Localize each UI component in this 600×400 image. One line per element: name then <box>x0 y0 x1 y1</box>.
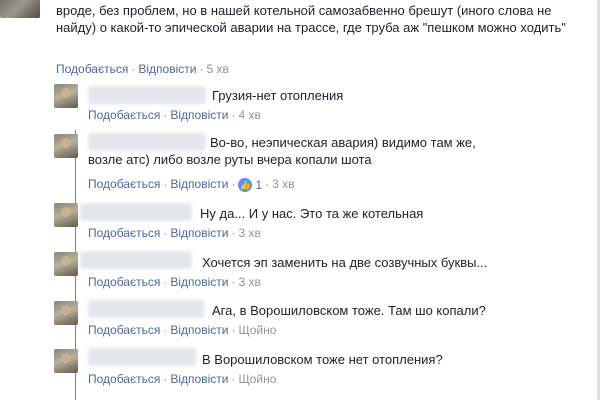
separator: · <box>231 323 236 337</box>
reply-avatar[interactable] <box>54 203 78 227</box>
separator: · <box>231 226 236 240</box>
blurred-author-name[interactable] <box>80 203 192 221</box>
reply-text: В Ворошиловском тоже нет отопления? <box>202 352 443 367</box>
timestamp[interactable]: Щойно <box>238 372 276 386</box>
blurred-author-name[interactable] <box>88 348 196 366</box>
reply-text: Грузия-нет отопления <box>212 88 344 103</box>
reply-avatar[interactable] <box>54 134 78 158</box>
blurred-author-name[interactable] <box>88 86 206 104</box>
separator: · <box>163 323 168 337</box>
timestamp[interactable]: Щойно <box>238 323 276 337</box>
separator: · <box>231 275 236 289</box>
reply-avatar[interactable] <box>54 349 78 373</box>
separator: · <box>163 275 168 289</box>
like-link[interactable]: Подобається <box>56 62 128 76</box>
like-link[interactable]: Подобається <box>88 323 160 337</box>
reply-avatar[interactable] <box>54 84 78 108</box>
commenter-avatar[interactable] <box>0 0 40 18</box>
reply-link[interactable]: Відповісти <box>138 62 196 76</box>
like-link[interactable]: Подобається <box>88 226 160 240</box>
reply-link[interactable]: Відповісти <box>170 177 228 191</box>
timestamp[interactable]: 5 хв <box>206 62 228 76</box>
separator: · <box>163 226 168 240</box>
reply-text: Ну да... И у нас. Это та же котельная <box>200 206 424 221</box>
like-icon: 👍 <box>238 177 253 192</box>
separator: · <box>265 177 270 191</box>
separator: · <box>131 62 136 76</box>
reply-link[interactable]: Відповісти <box>170 108 228 122</box>
reply-actions: Подобається · Відповісти · 3 хв <box>88 226 261 240</box>
separator: · <box>163 108 168 122</box>
comment-text: вроде, без проблем, но в нашей котельной… <box>56 3 566 35</box>
reply-text: Во-во, неэпическая авария) видимо там же… <box>88 135 476 167</box>
like-link[interactable]: Подобається <box>88 372 160 386</box>
blurred-author-name[interactable] <box>88 300 204 318</box>
blurred-author-name[interactable] <box>80 251 192 269</box>
separator: · <box>163 177 168 191</box>
reply-actions: Подобається · Відповісти · 3 хв <box>88 275 261 289</box>
reply-link[interactable]: Відповісти <box>170 275 228 289</box>
timestamp[interactable]: 3 хв <box>238 226 260 240</box>
reply-text: Хочется эп заменить на две созвучных бук… <box>202 255 488 270</box>
reply-actions: Подобається · Відповісти · Щойно <box>88 372 276 386</box>
separator: · <box>231 372 236 386</box>
separator: · <box>163 372 168 386</box>
reaction-count: 1 <box>255 177 263 192</box>
reply-link[interactable]: Відповісти <box>170 323 228 337</box>
reaction-summary[interactable]: 👍 1 <box>238 177 263 192</box>
reply-actions: Подобається · Відповісти · Щойно <box>88 323 276 337</box>
reply-actions: Подобається · Відповісти · 4 хв <box>88 108 261 122</box>
like-link[interactable]: Подобається <box>88 177 160 191</box>
timestamp[interactable]: 3 хв <box>238 275 260 289</box>
timestamp[interactable]: 3 хв <box>272 177 294 191</box>
like-link[interactable]: Подобається <box>88 275 160 289</box>
comment-actions: Подобається · Відповісти · 5 хв <box>56 62 229 76</box>
separator: · <box>231 108 236 122</box>
reply-avatar[interactable] <box>54 301 78 325</box>
reply-actions: Подобається · Відповісти · 👍 1 · 3 хв <box>88 177 295 192</box>
reply-link[interactable]: Відповісти <box>170 226 228 240</box>
separator: · <box>199 62 204 76</box>
timestamp[interactable]: 4 хв <box>238 108 260 122</box>
reply-link[interactable]: Відповісти <box>170 372 228 386</box>
reply-avatar[interactable] <box>54 252 78 276</box>
reply-text: Ага, в Ворошиловском тоже. Там шо копали… <box>212 303 486 318</box>
like-link[interactable]: Подобається <box>88 108 160 122</box>
separator: · <box>231 177 236 191</box>
